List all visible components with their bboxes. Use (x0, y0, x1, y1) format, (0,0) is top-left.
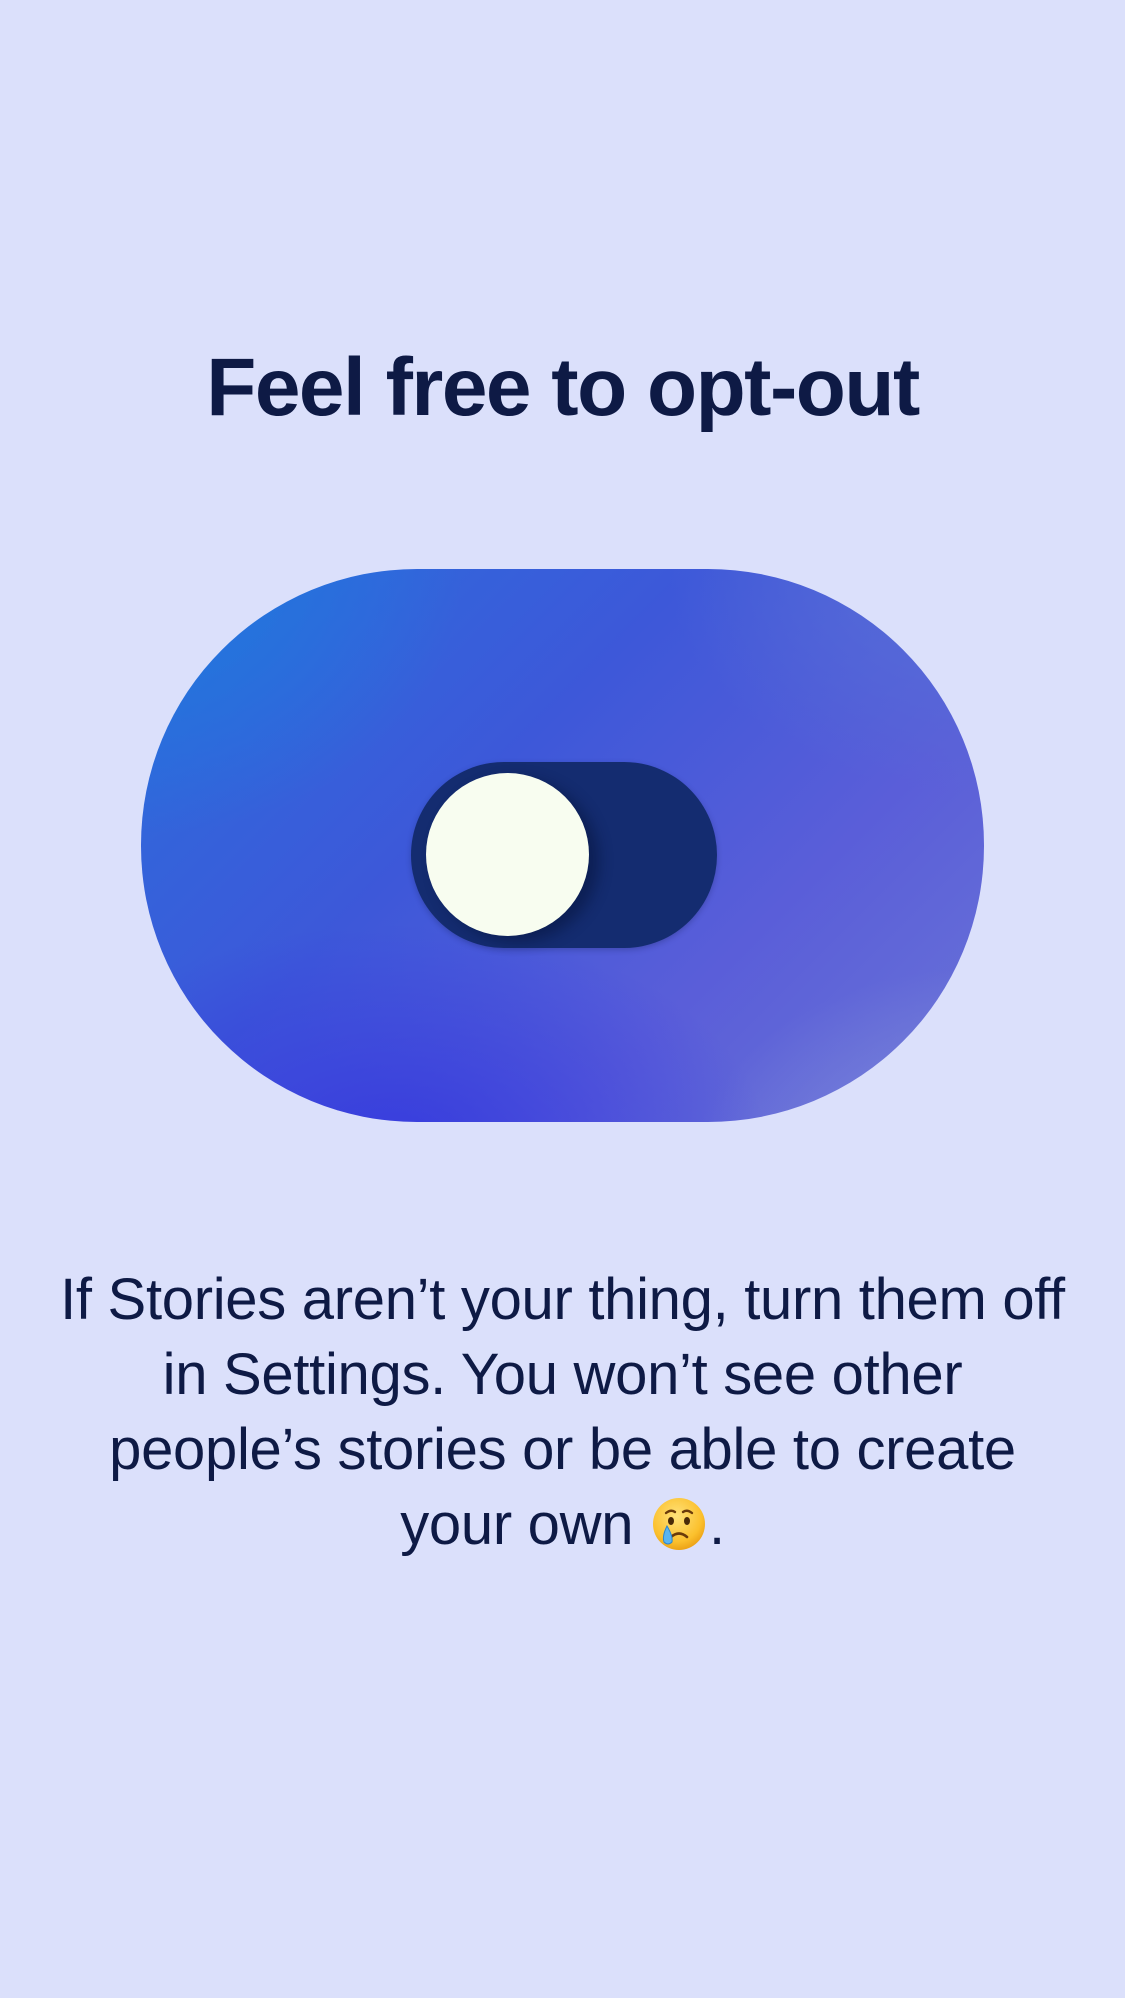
description-text: If Stories aren’t your thing, turn them … (60, 1267, 1065, 1557)
opt-out-description: If Stories aren’t your thing, turn them … (60, 1262, 1065, 1562)
stories-toggle-illustration (411, 762, 717, 948)
toggle-knob (426, 773, 589, 936)
page-title: Feel free to opt-out (206, 342, 920, 433)
onboarding-page: Feel free to opt-out If Stories aren’t y… (0, 0, 1125, 1998)
description-end: . (708, 1492, 725, 1557)
crying-face-icon (651, 1495, 707, 1551)
